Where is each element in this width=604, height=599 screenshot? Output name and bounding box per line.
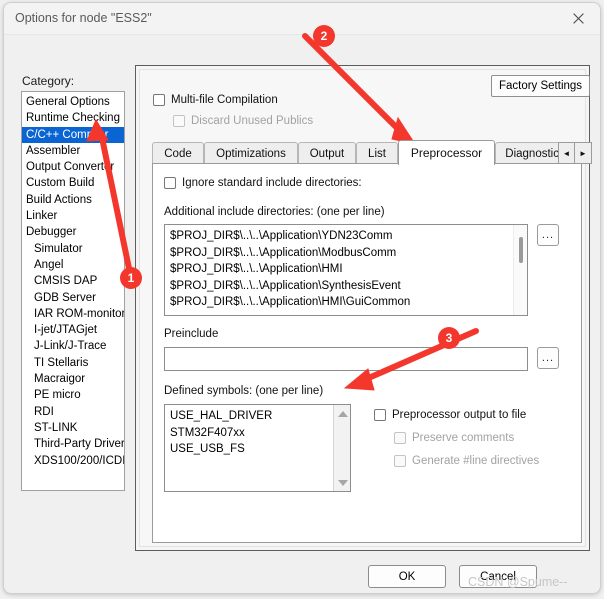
category-item[interactable]: ST-LINK bbox=[22, 420, 124, 436]
options-dialog: Options for node "ESS2" Category: Genera… bbox=[3, 2, 601, 594]
preinclude-input[interactable] bbox=[164, 347, 528, 371]
category-item[interactable]: Angel bbox=[22, 257, 124, 273]
category-item[interactable]: Output Converter bbox=[22, 159, 124, 175]
generate-line-directives-checkbox: Generate #line directives bbox=[394, 455, 539, 467]
dialog-title: Options for node "ESS2" bbox=[15, 11, 152, 25]
category-label: Category: bbox=[22, 74, 75, 88]
category-list[interactable]: General Options Runtime Checking C/C++ Com… bbox=[21, 91, 125, 491]
additional-includes-input[interactable]: $PROJ_DIR$\..\..\Application\YDN23Comm $P… bbox=[164, 224, 528, 316]
text-line: $PROJ_DIR$\..\..\Application\ModbusComm bbox=[170, 246, 397, 259]
settings-panel: Factory Settings Multi-file Compilation … bbox=[135, 65, 592, 551]
checkbox-box bbox=[173, 115, 185, 127]
text-line: $PROJ_DIR$\..\..\Application\HMI bbox=[170, 263, 343, 275]
defined-symbols-label: Defined symbols: (one per line) bbox=[164, 385, 324, 397]
tab-code[interactable]: Code bbox=[152, 142, 204, 164]
settings-panel-inner: Factory Settings Multi-file Compilation … bbox=[139, 69, 592, 547]
category-item[interactable]: Custom Build bbox=[22, 175, 124, 191]
checkbox-box bbox=[394, 432, 406, 444]
defined-symbols-scrollbar[interactable] bbox=[333, 405, 350, 491]
tab-scroll-arrows: ◄ ► bbox=[558, 142, 592, 164]
tab-scroll-left-icon[interactable]: ◄ bbox=[558, 142, 575, 164]
cancel-button[interactable]: Cancel bbox=[459, 565, 537, 588]
tab-scroll-right-icon[interactable]: ► bbox=[575, 142, 592, 164]
additional-includes-browse-button[interactable]: ... bbox=[537, 224, 559, 246]
category-item[interactable]: Third-Party Driver bbox=[22, 436, 124, 452]
discard-unused-publics-label: Discard Unused Publics bbox=[191, 115, 314, 127]
title-bar: Options for node "ESS2" bbox=[4, 3, 600, 35]
additional-includes-scrollbar[interactable] bbox=[513, 225, 527, 315]
category-item[interactable]: CMSIS DAP bbox=[22, 273, 124, 289]
tab-optimizations[interactable]: Optimizations bbox=[204, 142, 298, 164]
preserve-comments-label: Preserve comments bbox=[412, 432, 515, 444]
text-line: USE_USB_FS bbox=[170, 443, 245, 455]
scrollbar-thumb[interactable] bbox=[519, 237, 523, 263]
category-item[interactable]: IAR ROM-monitor bbox=[22, 306, 124, 322]
category-item[interactable]: Simulator bbox=[22, 241, 124, 257]
screenshot-root: Options for node "ESS2" Category: Genera… bbox=[0, 0, 604, 599]
scroll-up-icon[interactable] bbox=[334, 405, 350, 422]
category-item[interactable]: I-jet/JTAGjet bbox=[22, 322, 124, 338]
preinclude-browse-button[interactable]: ... bbox=[537, 347, 559, 369]
text-line: $PROJ_DIR$\..\..\Application\HMI\GuiComm… bbox=[170, 296, 411, 308]
ignore-standard-includes-label: Ignore standard include directories: bbox=[182, 177, 362, 189]
additional-includes-label: Additional include directories: (one per… bbox=[164, 206, 385, 218]
checkbox-box bbox=[164, 177, 176, 189]
tab-preprocessor[interactable]: Preprocessor bbox=[398, 140, 495, 165]
category-item[interactable]: Runtime Checking bbox=[22, 110, 124, 126]
text-line: $PROJ_DIR$\..\..\Application\SynthesisEv… bbox=[170, 279, 401, 292]
category-item[interactable]: TI Stellaris bbox=[22, 355, 124, 371]
close-icon[interactable] bbox=[556, 3, 600, 34]
category-item[interactable]: GDB Server bbox=[22, 290, 124, 306]
checkbox-box bbox=[153, 94, 165, 106]
preprocessor-tab-page: Ignore standard include directories: Add… bbox=[152, 163, 582, 543]
tab-strip: Diagnostics Preprocessor List Output Optimiz… bbox=[152, 140, 592, 165]
multi-file-compilation-label: Multi-file Compilation bbox=[171, 94, 278, 106]
discard-unused-publics-checkbox: Discard Unused Publics bbox=[173, 115, 313, 127]
ok-button[interactable]: OK bbox=[368, 565, 446, 588]
preinclude-label: Preinclude bbox=[164, 328, 219, 340]
defined-symbols-input[interactable]: USE_HAL_DRIVER STM32F407xx USE_USB_FS bbox=[164, 404, 351, 492]
ignore-standard-includes-checkbox[interactable]: Ignore standard include directories: bbox=[164, 177, 362, 189]
text-line: STM32F407xx bbox=[170, 426, 245, 439]
category-item[interactable]: General Options bbox=[22, 94, 124, 110]
text-line: $PROJ_DIR$\..\..\Application\YDN23Comm bbox=[170, 230, 393, 242]
generate-line-directives-label: Generate #line directives bbox=[412, 455, 540, 467]
category-item[interactable]: C/C++ Compiler bbox=[22, 126, 124, 143]
checkbox-box bbox=[394, 455, 406, 467]
scroll-down-icon[interactable] bbox=[334, 474, 350, 491]
category-item[interactable]: Macraigor bbox=[22, 371, 124, 387]
category-item[interactable]: XDS100/200/ICDI bbox=[22, 453, 124, 469]
category-item[interactable]: J-Link/J-Trace bbox=[22, 338, 124, 354]
tab-list[interactable]: List bbox=[356, 142, 398, 164]
defined-symbols-value: USE_HAL_DRIVER STM32F407xx USE_USB_FS bbox=[170, 408, 331, 458]
tab-output[interactable]: Output bbox=[298, 142, 356, 164]
category-item[interactable]: Linker bbox=[22, 208, 124, 224]
category-item[interactable]: Debugger bbox=[22, 224, 124, 240]
preprocessor-output-to-file-label: Preprocessor output to file bbox=[392, 409, 527, 421]
additional-includes-value: $PROJ_DIR$\..\..\Application\YDN23Comm $P… bbox=[170, 228, 511, 311]
preserve-comments-checkbox: Preserve comments bbox=[394, 432, 514, 444]
multi-file-compilation-checkbox[interactable]: Multi-file Compilation bbox=[153, 94, 278, 106]
factory-settings-button[interactable]: Factory Settings bbox=[491, 75, 590, 97]
checkbox-box bbox=[374, 409, 386, 421]
category-item[interactable]: RDI bbox=[22, 404, 124, 420]
text-line: USE_HAL_DRIVER bbox=[170, 410, 273, 422]
preprocessor-output-to-file-checkbox[interactable]: Preprocessor output to file bbox=[374, 409, 526, 421]
category-item[interactable]: Build Actions bbox=[22, 192, 124, 208]
category-item[interactable]: PE micro bbox=[22, 387, 124, 403]
category-item[interactable]: Assembler bbox=[22, 143, 124, 159]
